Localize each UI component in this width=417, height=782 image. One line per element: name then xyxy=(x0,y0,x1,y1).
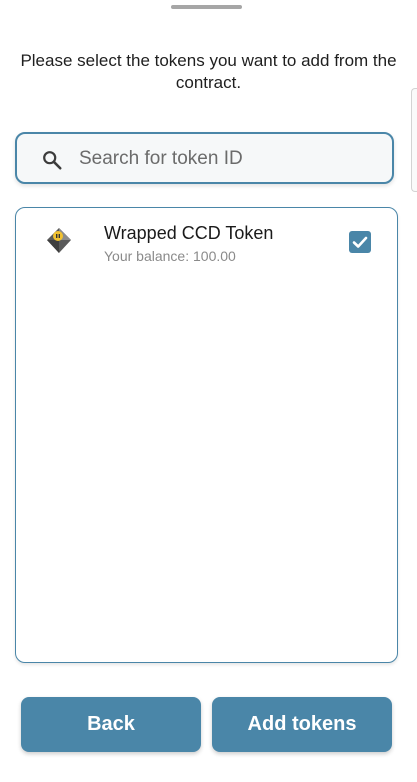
edge-scroll-indicator xyxy=(411,88,417,192)
checkmark-icon xyxy=(352,236,368,248)
sheet-drag-handle[interactable] xyxy=(171,5,242,9)
instruction-text: Please select the tokens you want to add… xyxy=(20,51,397,92)
search-box[interactable] xyxy=(15,132,394,184)
add-tokens-button[interactable]: Add tokens xyxy=(212,697,392,752)
token-balance: Your balance: 100.00 xyxy=(104,248,236,264)
token-checkbox[interactable] xyxy=(349,231,371,253)
token-name: Wrapped CCD Token xyxy=(104,223,274,243)
token-list: Wrapped CCD Token Your balance: 100.00 xyxy=(15,207,398,663)
search-icon xyxy=(41,149,63,171)
token-row[interactable]: Wrapped CCD Token Your balance: 100.00 xyxy=(16,208,397,272)
wrapped-ccd-token-icon xyxy=(44,226,74,256)
search-input[interactable] xyxy=(79,144,379,174)
back-button[interactable]: Back xyxy=(21,697,201,752)
